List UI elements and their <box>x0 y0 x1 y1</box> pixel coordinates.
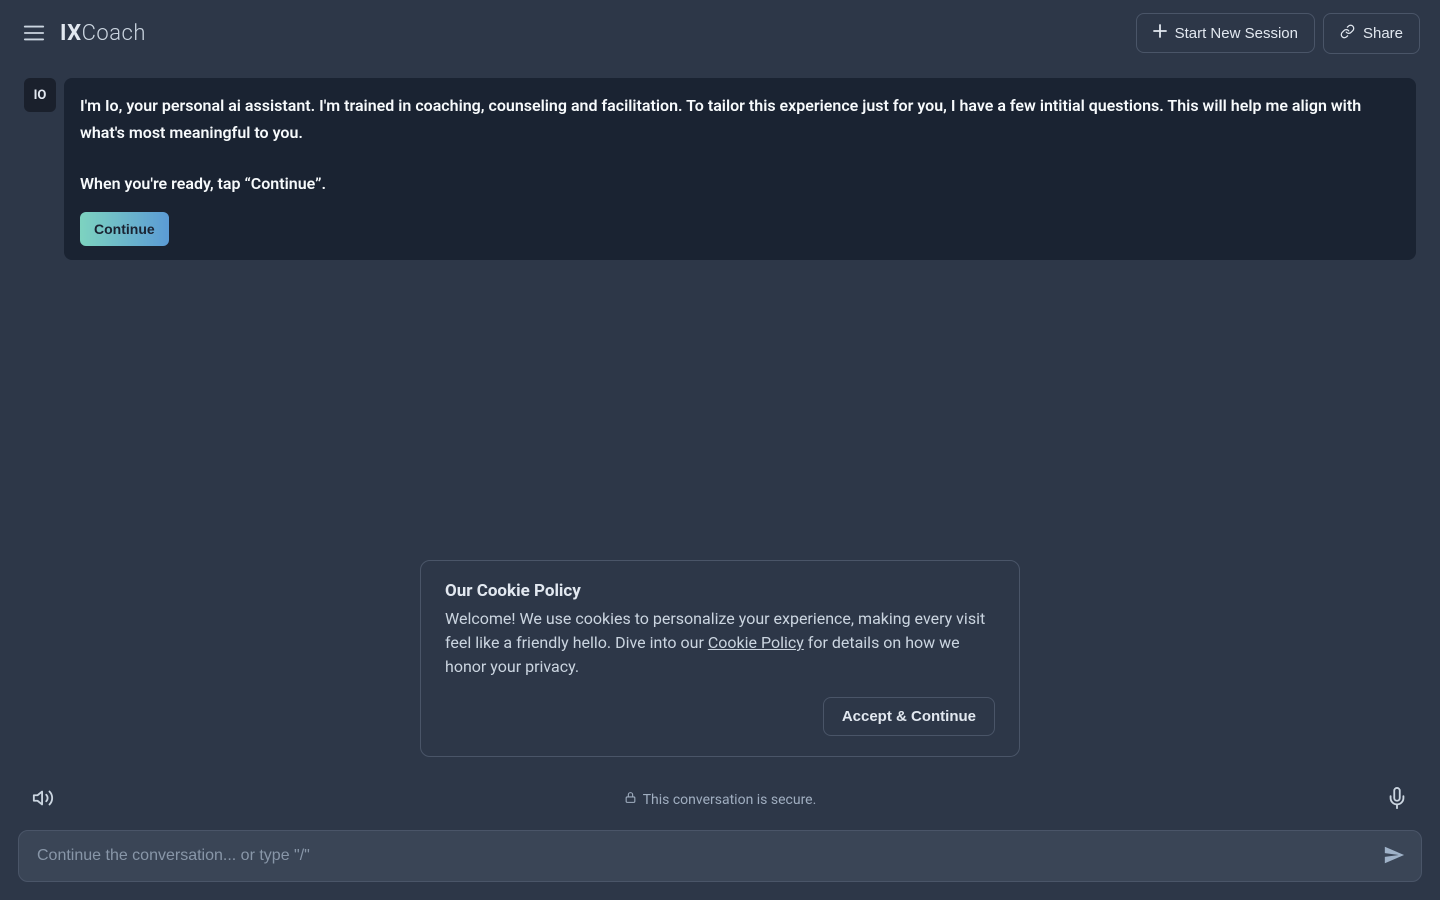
start-session-label: Start New Session <box>1175 25 1298 42</box>
share-button[interactable]: Share <box>1323 13 1420 54</box>
app-logo: IXCoach <box>60 21 146 46</box>
cookie-policy-banner: Our Cookie Policy Welcome! We use cookie… <box>420 560 1020 757</box>
security-indicator: This conversation is secure. <box>624 791 817 808</box>
security-text: This conversation is secure. <box>643 792 817 808</box>
cookie-actions: Accept & Continue <box>445 697 995 736</box>
menu-icon[interactable] <box>20 19 48 47</box>
header-left: IXCoach <box>20 19 146 47</box>
send-icon <box>1383 844 1405 869</box>
assistant-message-text: I'm Io, your personal ai assistant. I'm … <box>80 92 1400 198</box>
accept-cookies-button[interactable]: Accept & Continue <box>823 697 995 736</box>
send-button[interactable] <box>1377 838 1411 875</box>
security-bar: This conversation is secure. <box>18 769 1422 830</box>
message-paragraph: I'm Io, your personal ai assistant. I'm … <box>80 92 1400 146</box>
logo-suffix: Coach <box>82 21 146 46</box>
lock-icon <box>624 791 637 808</box>
start-new-session-button[interactable]: Start New Session <box>1136 13 1315 53</box>
continue-button[interactable]: Continue <box>80 212 169 246</box>
chat-input[interactable] <box>33 837 1377 875</box>
speaker-button[interactable] <box>28 783 58 816</box>
chat-footer: This conversation is secure. <box>0 769 1440 900</box>
speaker-icon <box>32 787 54 812</box>
app-header: IXCoach Start New Session Share <box>0 0 1440 66</box>
microphone-button[interactable] <box>1382 783 1412 816</box>
plus-icon <box>1153 24 1167 42</box>
assistant-message-bubble: I'm Io, your personal ai assistant. I'm … <box>64 78 1416 260</box>
cookie-title: Our Cookie Policy <box>445 581 995 601</box>
chat-area: IO I'm Io, your personal ai assistant. I… <box>0 66 1440 769</box>
header-right: Start New Session Share <box>1136 13 1420 54</box>
link-icon <box>1340 24 1355 43</box>
cookie-policy-link[interactable]: Cookie Policy <box>708 633 804 652</box>
microphone-icon <box>1386 787 1408 812</box>
assistant-message-row: IO I'm Io, your personal ai assistant. I… <box>24 78 1416 260</box>
chat-input-container <box>18 830 1422 882</box>
share-label: Share <box>1363 25 1403 42</box>
cookie-description: Welcome! We use cookies to personalize y… <box>445 607 995 679</box>
avatar: IO <box>24 78 56 112</box>
logo-prefix: IX <box>60 21 82 46</box>
message-paragraph: When you're ready, tap “Continue”. <box>80 170 1400 197</box>
